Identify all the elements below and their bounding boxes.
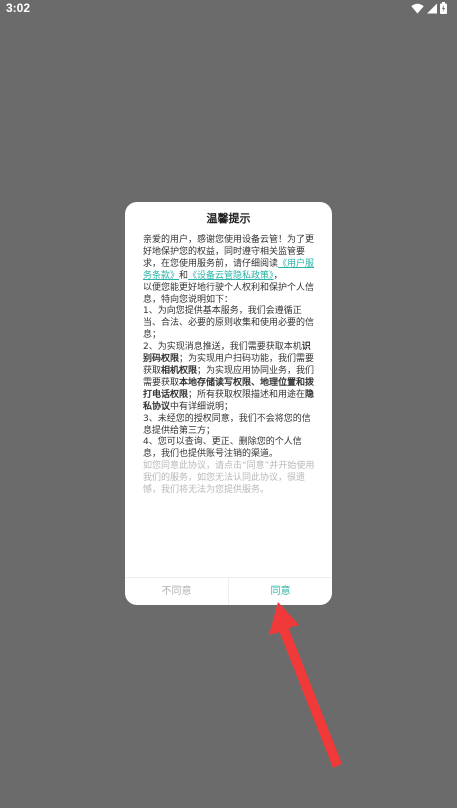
item-2-text-a: 2、为实现消息推送，我们需要获取本机 (143, 342, 302, 353)
item-2-text-g: ；所有获取权限描述和用途在 (188, 389, 306, 400)
agree-button[interactable]: 同意 (229, 578, 332, 605)
item-4: 4、您可以查询、更正、删除您的个人信息，我们也提供账号注销的渠道。 (143, 437, 302, 460)
signal-icon (427, 3, 437, 13)
wifi-icon (411, 3, 424, 13)
dialog-title: 温馨提示 (206, 212, 251, 225)
purpose-paragraph: 以便您能更好地行驶个人权利和保护个人信息，特向您说明如下： (143, 282, 315, 305)
status-time: 3:02 (6, 1, 31, 15)
item-2: 2、为实现消息推送，我们需要获取本机识别码权限；为实现用户扫码功能，我们需要获取… (143, 342, 317, 413)
dialog-body[interactable]: 亲爱的用户，感谢您使用设备云管！为了更好地保护您的权益，同时遵守相关监管要求，在… (143, 235, 317, 497)
item-2-text-i: 中有详细说明； (170, 401, 234, 412)
item-3: 3、未经您的授权同意，我们不会将您的信息提供给第三方； (143, 413, 311, 436)
status-icons (411, 2, 447, 14)
privacy-policy-link[interactable]: 《设备云管隐私政策》 (188, 271, 274, 281)
and-text: 和 (179, 270, 189, 281)
status-bar: 3:02 (0, 0, 457, 20)
comma-text: ， (273, 270, 283, 281)
item-2-bold-camera: 相机权限 (161, 365, 198, 376)
intro-paragraph: 亲爱的用户，感谢您使用设备云管！为了更好地保护您的权益，同时遵守相关监管要求，在… (143, 235, 317, 283)
consent-note: 如您同意此协议，请点击“同意”并开始使用我们的服务，如您无法认同此协议，很遗憾，… (143, 461, 315, 496)
item-1: 1、为向您提供基本服务，我们会遵循正当、合法、必要的原则收集和使用必要的信息； (143, 306, 315, 341)
disagree-button[interactable]: 不同意 (125, 578, 229, 605)
privacy-dialog: 温馨提示 亲爱的用户，感谢您使用设备云管！为了更好地保护您的权益，同时遵守相关监… (125, 202, 332, 605)
dialog-buttons: 不同意 同意 (125, 577, 332, 605)
arrow-icon (269, 602, 342, 768)
battery-icon (440, 2, 447, 14)
